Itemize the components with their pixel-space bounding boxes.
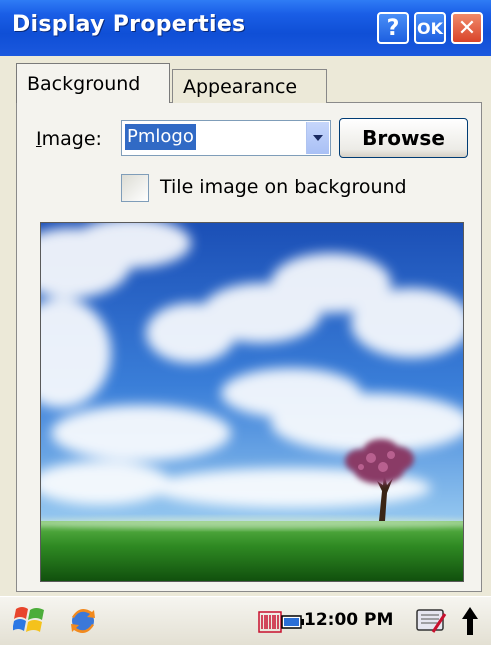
scanner-icon[interactable] — [257, 609, 283, 635]
image-select-value: Pmlogo — [125, 124, 196, 150]
sky-landscape-image — [41, 223, 463, 581]
close-button[interactable]: ✕ — [451, 12, 483, 44]
tab-appearance[interactable]: Appearance — [172, 69, 327, 103]
image-select[interactable]: Pmlogo — [121, 120, 331, 156]
background-preview — [40, 222, 464, 582]
keyboard-input-icon[interactable] — [414, 604, 448, 638]
image-label: Image: — [36, 128, 102, 150]
clock[interactable]: 12:00 PM — [304, 610, 393, 630]
dropdown-arrow-icon[interactable] — [306, 122, 329, 154]
window-title: Display Properties — [12, 12, 246, 37]
tile-checkbox[interactable] — [121, 174, 149, 202]
battery-icon[interactable] — [281, 612, 305, 632]
tile-checkbox-label: Tile image on background — [160, 176, 407, 198]
ok-button[interactable]: OK — [414, 12, 446, 44]
title-bar: Display Properties ? OK ✕ — [0, 0, 491, 56]
sync-icon[interactable] — [66, 604, 100, 638]
up-arrow-icon[interactable] — [458, 604, 482, 638]
help-button[interactable]: ? — [377, 12, 409, 44]
start-flag-icon[interactable] — [12, 602, 48, 638]
tab-background[interactable]: Background — [16, 63, 170, 103]
browse-button[interactable]: Browse — [339, 118, 468, 158]
